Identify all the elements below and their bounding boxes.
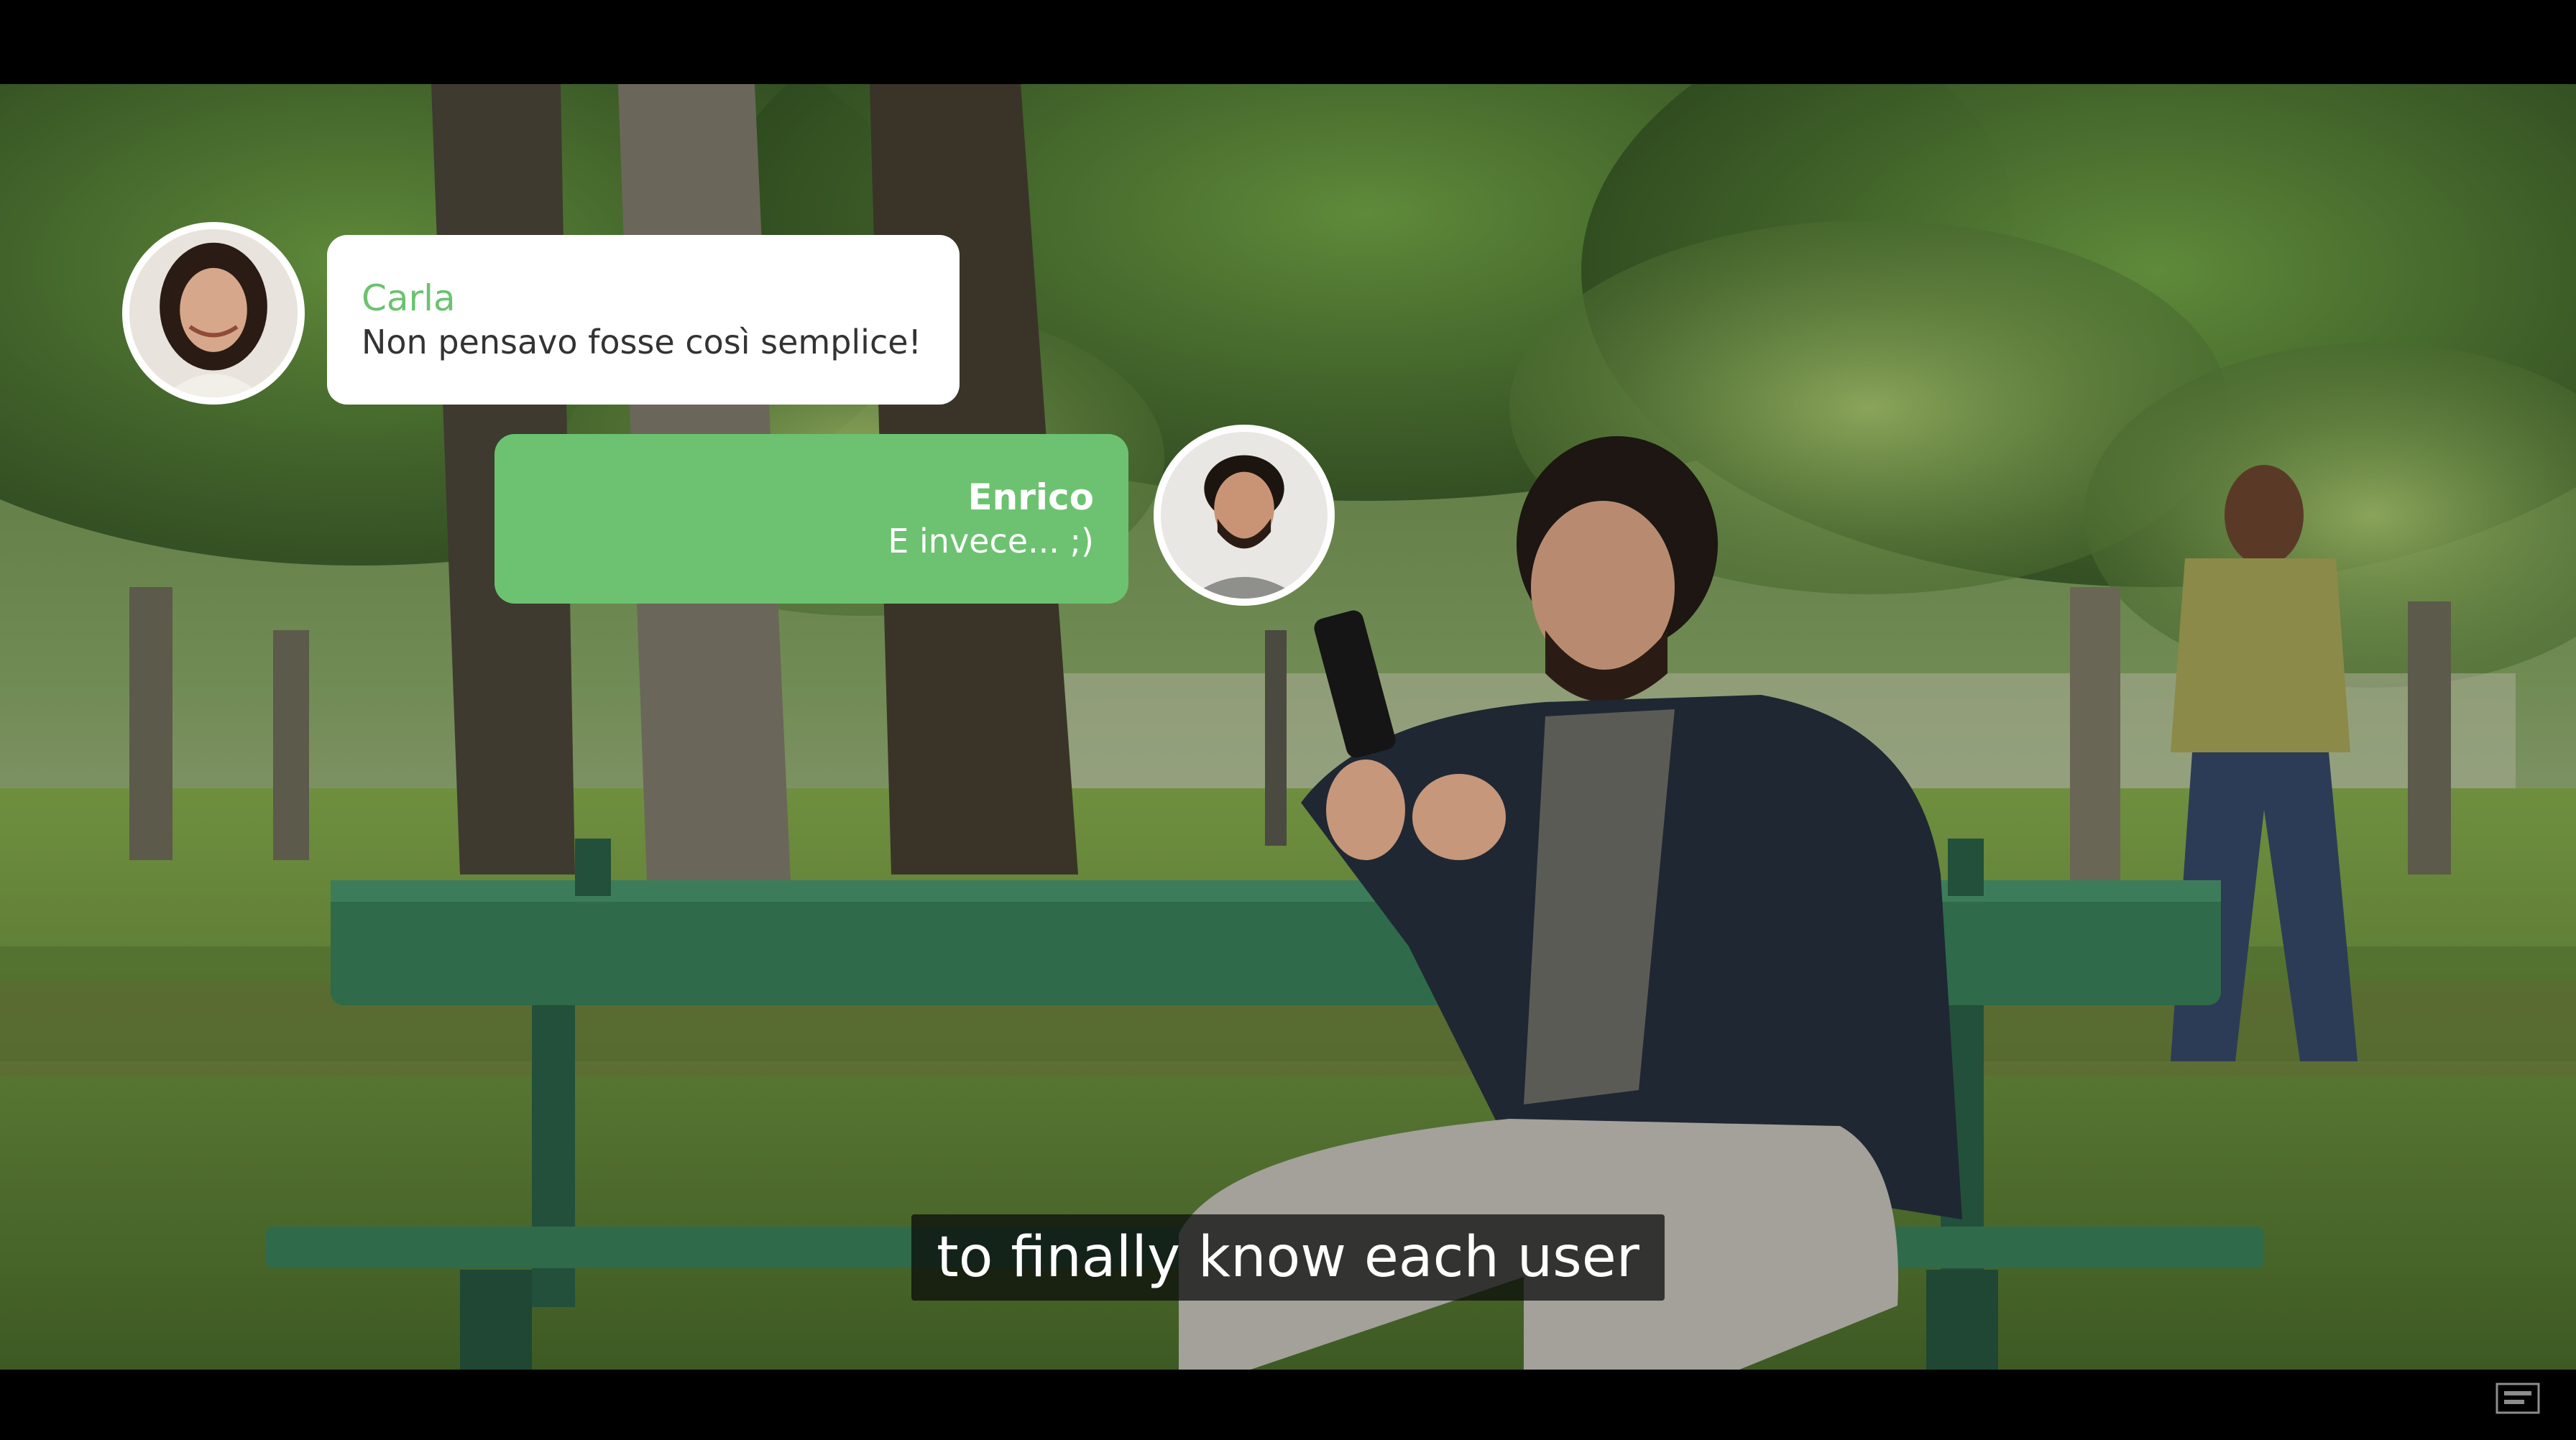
letterbox-bottom — [0, 1370, 2576, 1440]
letterbox-top — [0, 0, 2576, 84]
man-portrait-icon — [1161, 432, 1328, 599]
sender-name: Enrico — [967, 476, 1094, 518]
enrico-avatar[interactable] — [1154, 425, 1335, 606]
carla-avatar[interactable] — [122, 222, 305, 405]
channel-logo-watermark-icon — [2493, 1380, 2543, 1420]
subtitle-caption: to finally know each user — [911, 1214, 1665, 1301]
woman-portrait-icon — [129, 229, 298, 397]
sender-name: Carla — [362, 277, 456, 319]
chat-bubble-carla: Carla Non pensavo fosse così semplice! — [327, 235, 960, 405]
message-text: Non pensavo fosse così semplice! — [362, 323, 921, 361]
chat-bubble-enrico: Enrico E invece... ;) — [494, 434, 1128, 604]
message-text: E invece... ;) — [888, 522, 1094, 560]
